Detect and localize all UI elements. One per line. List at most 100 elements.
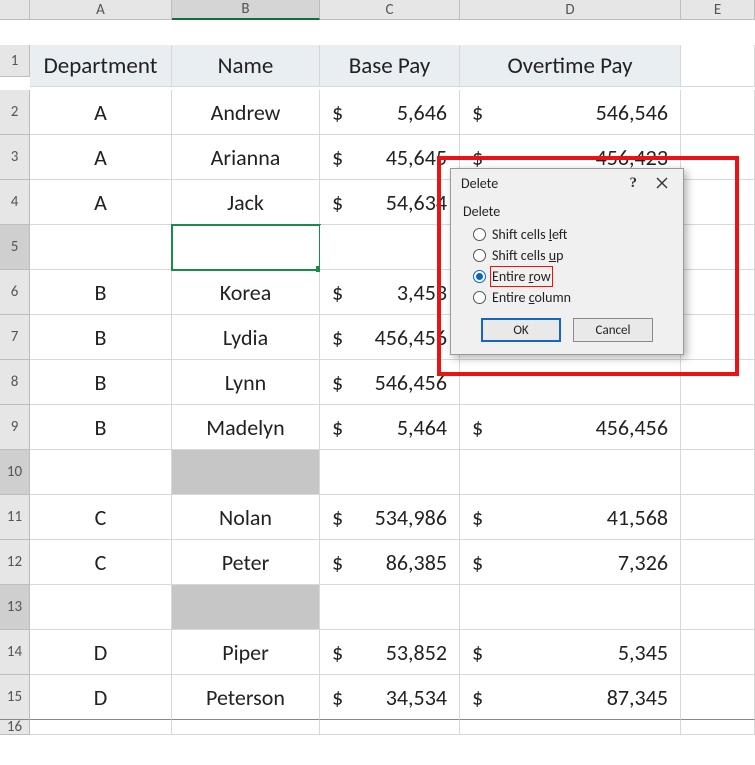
cancel-button[interactable]: Cancel [573, 318, 653, 342]
cell-department[interactable]: A [30, 90, 172, 135]
cell-name[interactable] [172, 585, 320, 630]
cell-base-pay[interactable] [320, 585, 460, 630]
cell-empty[interactable] [172, 720, 320, 735]
cell-department[interactable] [30, 585, 172, 630]
cell-department[interactable]: A [30, 135, 172, 180]
row-header[interactable]: 6 [0, 270, 30, 315]
cell-base-pay[interactable]: $5,464 [320, 405, 460, 450]
cell-base-pay[interactable]: $54,634 [320, 180, 460, 225]
header-department[interactable]: Department [30, 45, 172, 87]
cell-overtime-pay[interactable] [460, 450, 681, 495]
cell-base-pay[interactable]: $534,986 [320, 495, 460, 540]
row-header[interactable]: 9 [0, 405, 30, 450]
cell-department[interactable]: D [30, 630, 172, 675]
select-all-corner[interactable] [0, 0, 30, 20]
cell-department[interactable]: C [30, 540, 172, 585]
cell-name[interactable]: Arianna [172, 135, 320, 180]
help-icon[interactable]: ? [630, 175, 638, 192]
cell-name[interactable]: Korea [172, 270, 320, 315]
cell-name[interactable]: Andrew [172, 90, 320, 135]
cell-name[interactable] [172, 225, 320, 270]
header-overtime-pay[interactable]: Overtime Pay [460, 45, 681, 87]
cell-name[interactable] [172, 450, 320, 495]
col-header-E[interactable]: E [681, 0, 755, 20]
cell-base-pay[interactable] [320, 225, 460, 270]
radio-entire-row[interactable]: Entire row [463, 266, 671, 287]
cell-empty[interactable] [681, 675, 755, 720]
cell-empty[interactable] [681, 540, 755, 585]
cell-department[interactable]: B [30, 270, 172, 315]
cell-E1[interactable] [681, 45, 755, 87]
header-base-pay[interactable]: Base Pay [320, 45, 460, 87]
cell-department[interactable]: D [30, 675, 172, 720]
cell-name[interactable]: Lynn [172, 360, 320, 405]
cell-overtime-pay[interactable]: $5,345 [460, 630, 681, 675]
cell-base-pay[interactable]: $5,646 [320, 90, 460, 135]
cell-overtime-pay[interactable] [460, 360, 681, 405]
row-header[interactable]: 4 [0, 180, 30, 225]
cell-empty[interactable] [681, 315, 755, 360]
cell-empty[interactable] [681, 270, 755, 315]
cell-overtime-pay[interactable]: $87,345 [460, 675, 681, 720]
cell-department[interactable]: A [30, 180, 172, 225]
cell-overtime-pay[interactable]: $546,546 [460, 90, 681, 135]
row-header[interactable]: 13 [0, 585, 30, 630]
cell-empty[interactable] [681, 90, 755, 135]
row-header[interactable]: 8 [0, 360, 30, 405]
cell-empty[interactable] [320, 720, 460, 735]
ok-button[interactable]: OK [481, 318, 561, 342]
row-header[interactable]: 7 [0, 315, 30, 360]
row-header[interactable]: 16 [0, 720, 30, 735]
cell-department[interactable] [30, 450, 172, 495]
cell-base-pay[interactable]: $34,534 [320, 675, 460, 720]
row-header[interactable]: 11 [0, 495, 30, 540]
row-header[interactable]: 15 [0, 675, 30, 720]
cell-base-pay[interactable] [320, 450, 460, 495]
radio-shift-cells-left[interactable]: Shift cells left [463, 224, 671, 245]
col-header-C[interactable]: C [320, 0, 460, 20]
cell-name[interactable]: Lydia [172, 315, 320, 360]
cell-empty[interactable] [681, 360, 755, 405]
cell-department[interactable]: B [30, 315, 172, 360]
row-header[interactable]: 14 [0, 630, 30, 675]
col-header-B[interactable]: B [172, 0, 320, 20]
cell-department[interactable]: B [30, 360, 172, 405]
cell-overtime-pay[interactable]: $7,326 [460, 540, 681, 585]
cell-base-pay[interactable]: $3,453 [320, 270, 460, 315]
cell-department[interactable]: C [30, 495, 172, 540]
cell-base-pay[interactable]: $546,456 [320, 360, 460, 405]
col-header-A[interactable]: A [30, 0, 172, 20]
cell-overtime-pay[interactable]: $41,568 [460, 495, 681, 540]
radio-shift-cells-up[interactable]: Shift cells up [463, 245, 671, 266]
row-header[interactable]: 3 [0, 135, 30, 180]
cell-empty[interactable] [681, 450, 755, 495]
cell-name[interactable]: Nolan [172, 495, 320, 540]
cell-empty[interactable] [681, 630, 755, 675]
cell-name[interactable]: Peterson [172, 675, 320, 720]
spreadsheet-grid[interactable]: A B C D E 1 Department Name Base Pay Ove… [0, 0, 755, 765]
cell-name[interactable]: Piper [172, 630, 320, 675]
row-header[interactable]: 1 [0, 45, 30, 77]
cell-empty[interactable] [681, 405, 755, 450]
cell-name[interactable]: Madelyn [172, 405, 320, 450]
radio-entire-column[interactable]: Entire column [463, 287, 671, 308]
col-header-D[interactable]: D [460, 0, 681, 20]
cell-empty[interactable] [460, 720, 681, 735]
cell-overtime-pay[interactable]: $456,456 [460, 405, 681, 450]
cell-empty[interactable] [681, 585, 755, 630]
header-name[interactable]: Name [172, 45, 320, 87]
row-header[interactable]: 12 [0, 540, 30, 585]
cell-base-pay[interactable]: $86,385 [320, 540, 460, 585]
cell-base-pay[interactable]: $53,852 [320, 630, 460, 675]
dialog-titlebar[interactable]: Delete ? [451, 169, 683, 197]
cell-name[interactable]: Peter [172, 540, 320, 585]
cell-base-pay[interactable]: $456,456 [320, 315, 460, 360]
row-header[interactable]: 2 [0, 90, 30, 135]
cell-name[interactable]: Jack [172, 180, 320, 225]
row-header[interactable]: 5 [0, 225, 30, 270]
close-icon[interactable] [647, 173, 677, 193]
cell-empty[interactable] [681, 720, 755, 735]
cell-department[interactable] [30, 225, 172, 270]
cell-empty[interactable] [681, 225, 755, 270]
cell-empty[interactable] [30, 720, 172, 735]
